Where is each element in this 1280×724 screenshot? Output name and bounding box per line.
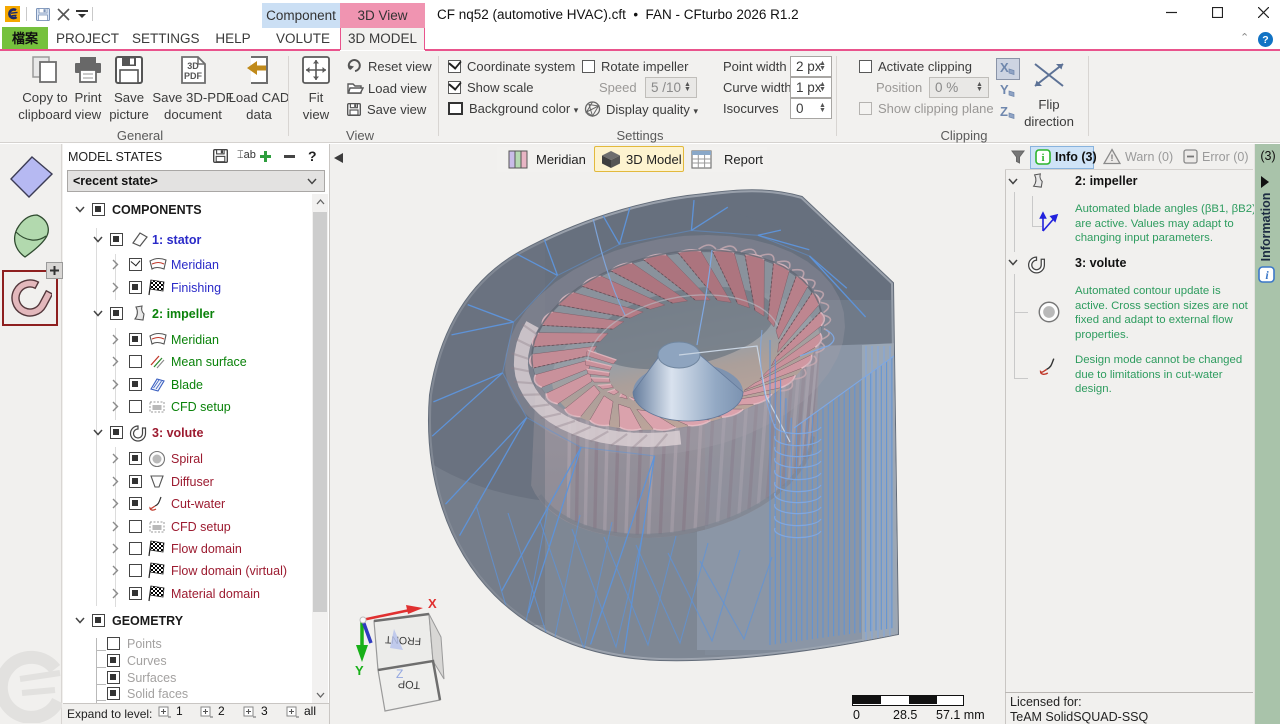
svg-text:PDF: PDF — [184, 71, 203, 81]
svg-text:Y: Y — [355, 663, 364, 678]
svg-text:Y: Y — [1000, 82, 1009, 97]
svg-text:Z: Z — [1000, 104, 1008, 119]
svg-text:i: i — [1041, 152, 1044, 164]
svg-text:FRONT: FRONT — [384, 633, 421, 647]
svg-text:!: ! — [1111, 153, 1114, 163]
svg-text:X: X — [1000, 60, 1009, 75]
svg-text:?: ? — [1262, 34, 1268, 46]
svg-text:3D: 3D — [187, 61, 199, 71]
svg-text:X: X — [428, 596, 437, 611]
svg-text:Z: Z — [396, 667, 403, 681]
